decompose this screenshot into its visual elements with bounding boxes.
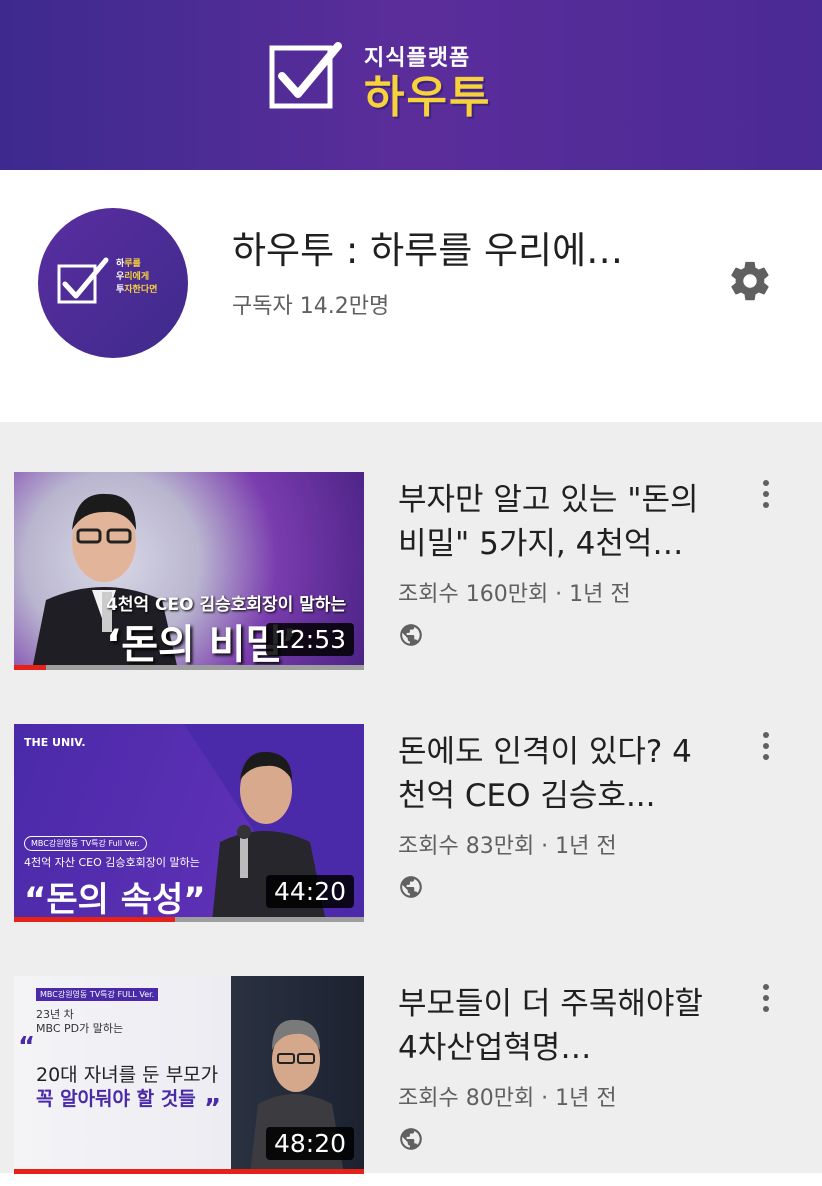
thumbnail-caption-small: 4천억 자산 CEO 김승호회장이 말하는 — [24, 856, 200, 869]
thumbnail-line-d: 꼭 알아둬야 할 것들 — [36, 1088, 196, 1110]
video-duration: 48:20 — [265, 1127, 354, 1160]
banner-title: 하우투 — [364, 72, 492, 123]
avatar-checkbox-icon — [57, 257, 109, 304]
thumbnail-tag: MBC강원영동 TV특강 FULL Ver. — [36, 988, 159, 1001]
channel-banner: 지식플랫폼 하우투 — [0, 0, 822, 170]
video-meta: 조회수 160만회 · 1년 전 — [398, 582, 631, 607]
video-duration: 44:20 — [265, 875, 354, 908]
video-thumbnail[interactable]: 4천억 CEO 김승호회장이 말하는 ‘돈의 비밀’ 12:53 — [14, 472, 364, 670]
checkbox-logo-icon — [269, 42, 342, 109]
public-globe-icon — [400, 876, 422, 898]
thumbnail-quote-close: ” — [204, 1094, 222, 1124]
channel-title: 하우투 : 하루를 우리에… — [232, 229, 624, 272]
thumbnail-line-c: 20대 자녀를 둔 부모가 — [36, 1064, 219, 1086]
thumbnail-line-b: MBC PD가 말하는 — [36, 1022, 124, 1035]
video-meta: 조회수 80만회 · 1년 전 — [398, 1086, 617, 1111]
more-options-icon[interactable] — [754, 480, 778, 520]
avatar-wordmark: 하루를 우리에게 투자한다면 — [116, 259, 158, 295]
channel-header: 하루를 우리에게 투자한다면 하우투 : 하루를 우리에… 구독자 14.2만명 — [0, 170, 822, 420]
channel-avatar[interactable]: 하루를 우리에게 투자한다면 — [38, 208, 188, 358]
video-item[interactable]: MBC강원영동 TV특강 FULL Ver. 23년 차 MBC PD가 말하는… — [0, 976, 822, 1186]
video-title[interactable]: 돈에도 인격이 있다? 4천억 CEO 김승호... — [398, 730, 720, 818]
banner-subtitle: 지식플랫폼 — [364, 46, 471, 71]
banner-logo: 지식플랫폼 하우투 — [268, 18, 508, 138]
video-title[interactable]: 부모들이 더 주목해야할 4차산업혁명… — [398, 982, 720, 1070]
video-item[interactable]: THE UNIV. MBC강원영동 TV특강 Full Ver. 4천억 자산 … — [0, 724, 822, 934]
video-item[interactable]: 4천억 CEO 김승호회장이 말하는 ‘돈의 비밀’ 12:53 부자만 알고 … — [0, 472, 822, 682]
watch-progress-bar — [14, 1169, 364, 1174]
video-duration: 12:53 — [265, 623, 354, 656]
more-options-icon[interactable] — [754, 984, 778, 1024]
video-title[interactable]: 부자만 알고 있는 "돈의 비밀" 5가지, 4천억 CEO 김승호회장이 말하… — [398, 478, 720, 566]
video-list: 4천억 CEO 김승호회장이 말하는 ‘돈의 비밀’ 12:53 부자만 알고 … — [0, 422, 822, 1174]
subscriber-count: 구독자 14.2만명 — [232, 294, 390, 319]
public-globe-icon — [400, 624, 422, 646]
watch-progress-track — [14, 665, 364, 670]
thumbnail-tag: MBC강원영동 TV특강 Full Ver. — [24, 836, 147, 851]
watch-progress-bar — [14, 665, 46, 670]
thumbnail-quote-open: “ — [18, 1032, 36, 1062]
thumbnail-caption-big: “돈의 속성” — [24, 880, 206, 920]
watch-progress-bar — [14, 917, 175, 922]
more-options-icon[interactable] — [754, 732, 778, 772]
settings-gear-icon[interactable] — [727, 258, 773, 304]
video-thumbnail[interactable]: MBC강원영동 TV특강 FULL Ver. 23년 차 MBC PD가 말하는… — [14, 976, 364, 1174]
video-meta: 조회수 83만회 · 1년 전 — [398, 834, 617, 859]
thumbnail-channel-logo: THE UNIV. — [24, 736, 86, 749]
public-globe-icon — [400, 1128, 422, 1150]
video-thumbnail[interactable]: THE UNIV. MBC강원영동 TV특강 Full Ver. 4천억 자산 … — [14, 724, 364, 922]
